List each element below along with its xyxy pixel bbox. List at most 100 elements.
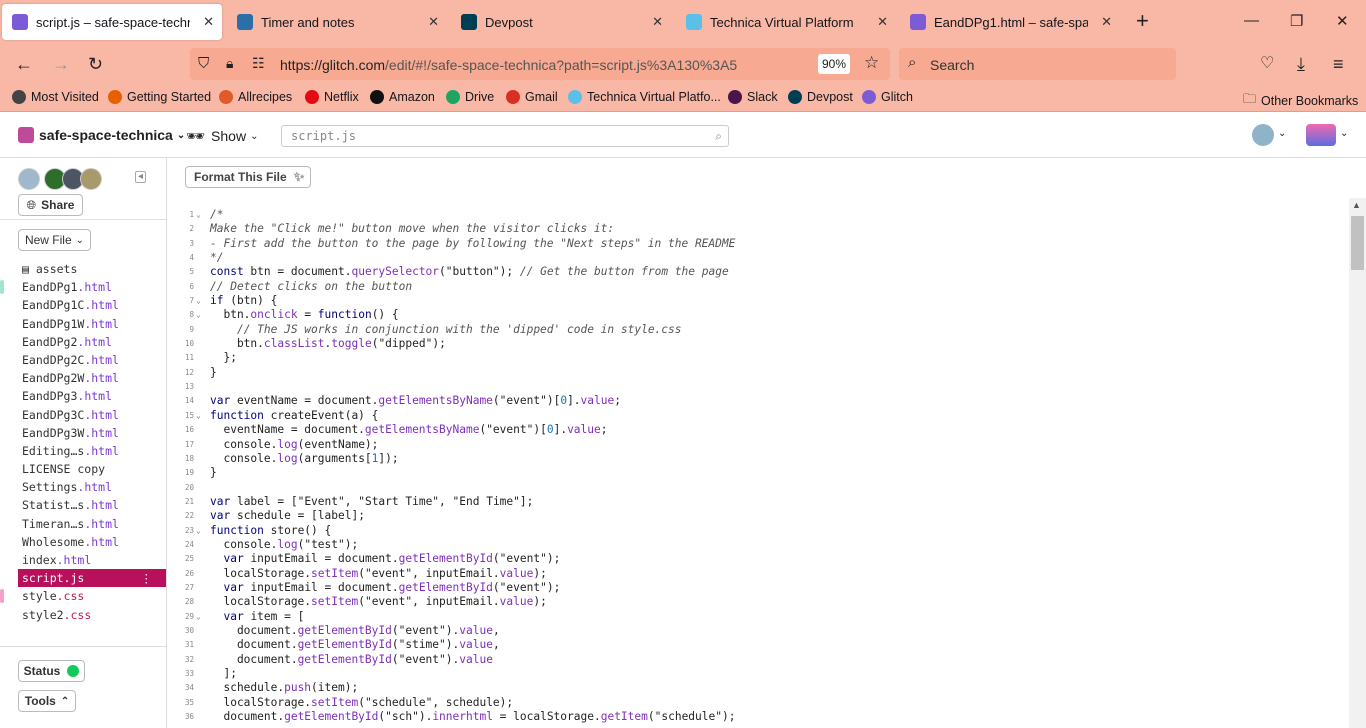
menu-icon[interactable]: ≡ bbox=[1333, 54, 1344, 74]
format-file-button[interactable]: Format This File ✨︎ bbox=[185, 166, 311, 188]
code-text: btn.onclick = function() { bbox=[210, 308, 399, 322]
file-item[interactable]: EandDPg2W.html bbox=[0, 369, 166, 387]
folder-item[interactable]: ▤ assets bbox=[0, 260, 166, 278]
search-bar[interactable]: ⌕ Search bbox=[899, 48, 1176, 80]
minimize-icon[interactable]: ― bbox=[1244, 12, 1259, 29]
close-tab-icon[interactable]: ✕ bbox=[1101, 13, 1112, 31]
collaborator-avatar[interactable] bbox=[18, 168, 40, 190]
file-extension: .html bbox=[84, 534, 119, 549]
close-window-icon[interactable]: ✕ bbox=[1336, 12, 1349, 30]
bookmark-item[interactable]: Netflix bbox=[305, 90, 359, 104]
zoom-level[interactable]: 90% bbox=[818, 54, 850, 74]
fold-gutter bbox=[194, 366, 210, 380]
scrollbar-thumb[interactable] bbox=[1351, 216, 1364, 270]
download-icon[interactable]: ⤓ bbox=[1297, 54, 1305, 74]
editor-scrollbar[interactable]: ▲ bbox=[1349, 198, 1366, 728]
fold-chevron-icon[interactable]: ⌄ bbox=[194, 208, 210, 222]
file-item[interactable]: EandDPg3C.html bbox=[0, 406, 166, 424]
code-text: localStorage.setItem("event", inputEmail… bbox=[210, 566, 547, 580]
chevron-down-icon[interactable]: ⌄ bbox=[1278, 128, 1286, 139]
new-file-button[interactable]: New File ⌄ bbox=[18, 229, 91, 251]
reload-icon[interactable]: ↻ bbox=[88, 54, 103, 74]
fold-gutter bbox=[194, 237, 210, 251]
code-text: document.getElementById("sch").innerhtml… bbox=[210, 710, 736, 724]
pocket-icon[interactable]: ♡ bbox=[1260, 54, 1274, 74]
glitch-fish-logo[interactable] bbox=[1306, 124, 1336, 146]
bookmark-item[interactable]: Devpost bbox=[788, 90, 853, 104]
file-item[interactable]: Settings.html bbox=[0, 478, 166, 496]
code-text: var label = ["Event", "Start Time", "End… bbox=[210, 494, 534, 508]
file-item[interactable]: EandDPg3.html bbox=[0, 387, 166, 405]
code-area[interactable]: 1 ⌄/* 2 Make the "Click me!" button move wh… bbox=[180, 208, 1346, 724]
fold-chevron-icon[interactable]: ⌄ bbox=[194, 524, 210, 538]
show-button[interactable]: 🕶︎ Show ⌄ bbox=[186, 127, 258, 145]
tools-button[interactable]: Tools ⌃ bbox=[18, 690, 76, 712]
file-item[interactable]: Statist…s.html bbox=[0, 496, 166, 514]
file-item[interactable]: Timeran…s.html bbox=[0, 515, 166, 533]
code-line: 3 - First add the button to the page by f… bbox=[180, 237, 1346, 251]
bookmark-item[interactable]: Amazon bbox=[370, 90, 435, 104]
bookmark-item[interactable]: Technica Virtual Platfo... bbox=[568, 90, 721, 104]
file-item[interactable]: EandDPg2.html bbox=[0, 333, 166, 351]
file-item[interactable]: index.html bbox=[0, 551, 166, 569]
scroll-up-icon[interactable]: ▲ bbox=[1352, 200, 1361, 210]
new-tab-button[interactable]: + bbox=[1136, 10, 1149, 32]
sidebar-divider bbox=[0, 646, 166, 647]
fold-chevron-icon[interactable]: ⌄ bbox=[194, 610, 210, 624]
tab[interactable]: EandDPg1.html – safe-space-te ✕ bbox=[900, 4, 1120, 40]
status-button[interactable]: Status bbox=[18, 660, 85, 682]
file-item[interactable]: script.js ⋮ bbox=[18, 569, 166, 588]
fold-chevron-icon[interactable]: ⌄ bbox=[194, 308, 210, 322]
file-name: style bbox=[22, 589, 57, 604]
collapse-sidebar-icon[interactable]: ◂ bbox=[135, 171, 147, 183]
bookmark-item[interactable]: Gmail bbox=[506, 90, 558, 104]
tab[interactable]: script.js – safe-space-technica ✕ bbox=[2, 4, 222, 40]
bookmark-star-icon[interactable]: ☆ bbox=[864, 53, 879, 73]
project-avatar bbox=[18, 127, 34, 143]
bookmark-item[interactable]: Most Visited bbox=[12, 90, 99, 104]
fold-chevron-icon[interactable]: ⌄ bbox=[194, 294, 210, 308]
file-item[interactable]: style2.css bbox=[0, 606, 166, 624]
code-text: eventName = document.getElementsByName("… bbox=[210, 423, 608, 437]
file-item[interactable]: Wholesome.html bbox=[0, 533, 166, 551]
tab[interactable]: Technica Virtual Platform ✕ bbox=[676, 4, 896, 40]
bookmark-item[interactable]: Drive bbox=[446, 90, 494, 104]
permissions-icon[interactable]: ☷ bbox=[252, 55, 265, 72]
file-item[interactable]: EandDPg1W.html bbox=[0, 315, 166, 333]
fold-gutter bbox=[194, 624, 210, 638]
tab[interactable]: Timer and notes ✕ bbox=[227, 4, 447, 40]
other-bookmarks[interactable]: 🗀︎ Other Bookmarks bbox=[1243, 90, 1358, 112]
bookmark-item[interactable]: Getting Started bbox=[108, 90, 211, 104]
collaborator-avatar[interactable] bbox=[80, 168, 102, 190]
file-item[interactable]: style.css bbox=[0, 587, 166, 605]
close-tab-icon[interactable]: ✕ bbox=[428, 13, 439, 31]
fold-chevron-icon[interactable]: ⌄ bbox=[194, 409, 210, 423]
close-tab-icon[interactable]: ✕ bbox=[877, 13, 888, 31]
chevron-down-icon[interactable]: ⌄ bbox=[1340, 128, 1348, 139]
file-item[interactable]: EandDPg2C.html bbox=[0, 351, 166, 369]
url-bar[interactable]: ⛉ 🔒︎ ☷ https://glitch.com/edit/#!/safe-s… bbox=[190, 48, 890, 80]
back-arrow-icon[interactable]: ← bbox=[15, 54, 33, 74]
file-item[interactable]: EandDPg3W.html bbox=[0, 424, 166, 442]
restore-icon[interactable]: ❐ bbox=[1290, 12, 1303, 30]
close-tab-icon[interactable]: ✕ bbox=[652, 13, 663, 31]
user-avatar[interactable] bbox=[1252, 124, 1274, 146]
tab[interactable]: Devpost ✕ bbox=[451, 4, 671, 40]
forward-arrow-icon[interactable]: → bbox=[52, 54, 70, 74]
bookmark-item[interactable]: Allrecipes bbox=[219, 90, 292, 104]
shield-icon[interactable]: ⛉ bbox=[198, 55, 209, 72]
project-menu[interactable]: safe-space-technica ⌄ bbox=[18, 127, 185, 143]
close-tab-icon[interactable]: ✕ bbox=[203, 13, 214, 31]
file-item[interactable]: Editing…s.html bbox=[0, 442, 166, 460]
file-search-input[interactable]: script.js ⌕ bbox=[281, 125, 729, 147]
file-extension: .css bbox=[56, 589, 85, 604]
lock-icon[interactable]: 🔒︎ bbox=[226, 55, 233, 72]
file-item[interactable]: EandDPg1C.html bbox=[0, 296, 166, 314]
file-item[interactable]: EandDPg1.html bbox=[0, 278, 166, 296]
bookmark-item[interactable]: Glitch bbox=[862, 90, 913, 104]
share-button[interactable]: 🌐︎ Share bbox=[18, 194, 83, 216]
file-options-icon[interactable]: ⋮ bbox=[141, 569, 153, 587]
bookmark-item[interactable]: Slack bbox=[728, 90, 778, 104]
url-text[interactable]: https://glitch.com/edit/#!/safe-space-te… bbox=[280, 57, 737, 73]
file-item[interactable]: LICENSE copy bbox=[0, 460, 166, 478]
